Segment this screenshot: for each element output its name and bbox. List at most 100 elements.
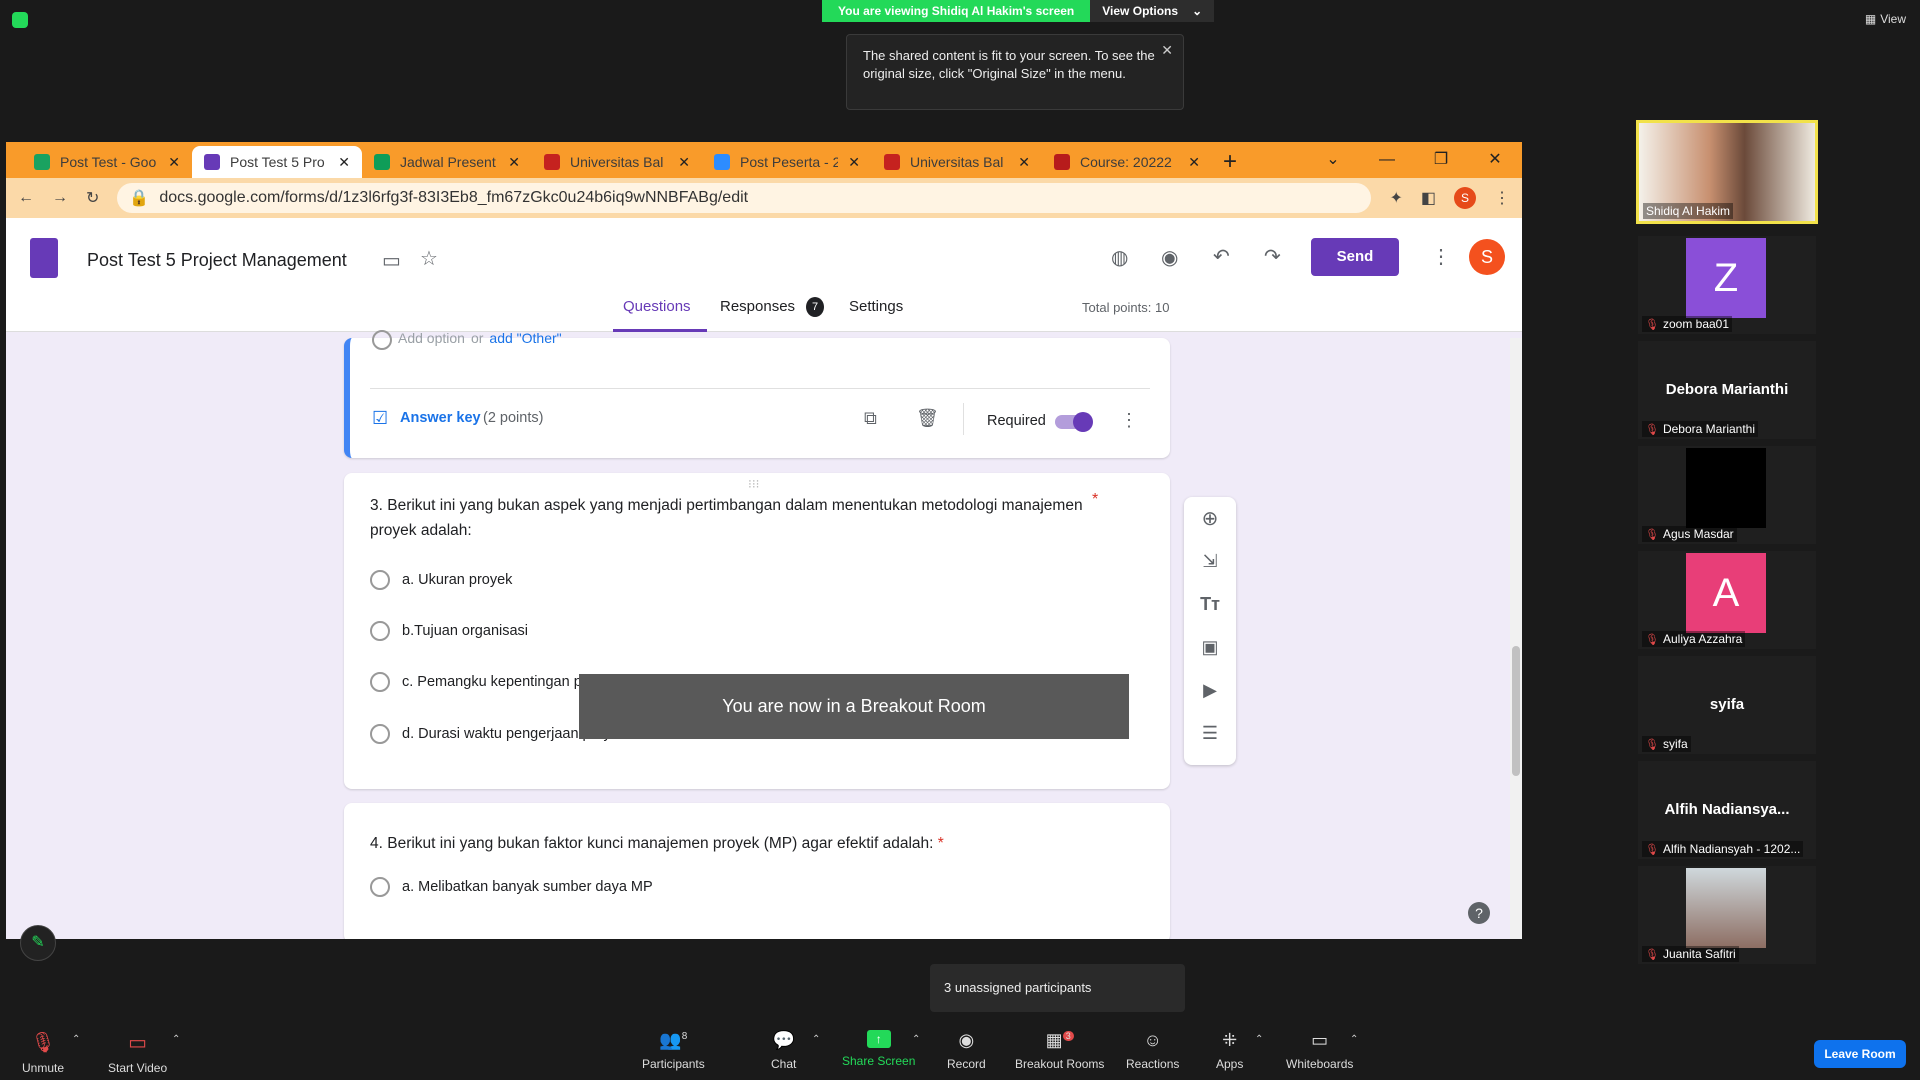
participant-display-name: Debora Marianthi	[1665, 381, 1789, 398]
leave-room-button[interactable]: Leave Room	[1814, 1040, 1906, 1068]
browser-tab[interactable]: Jadwal Present ✕	[362, 146, 532, 178]
tab-responses[interactable]: Responses	[720, 298, 795, 315]
add-title-icon[interactable]: Tт	[1184, 583, 1236, 626]
participant-tile[interactable]: syifa 🎙 syifa	[1638, 656, 1816, 754]
folder-icon[interactable]: ▭	[382, 248, 401, 273]
chevron-up-icon[interactable]: ⌃	[172, 1034, 180, 1045]
sidepanel-icon[interactable]: ◧	[1421, 188, 1436, 208]
participant-tile[interactable]: Shidiq Al Hakim	[1636, 120, 1818, 224]
profile-avatar[interactable]: S	[1454, 187, 1476, 209]
tab-title: Universitas Bal	[910, 154, 1004, 170]
unmute-button[interactable]: 🎙 Unmute	[22, 1030, 64, 1075]
browser-tab[interactable]: Course: 20222 ✕	[1042, 146, 1212, 178]
browser-tab[interactable]: Post Test 5 Pro ✕	[192, 146, 362, 178]
drag-handle-icon[interactable]: ⁝⁝⁝	[748, 477, 759, 491]
scrollbar-thumb[interactable]	[1512, 646, 1520, 776]
duplicate-icon[interactable]: ⧉	[864, 408, 877, 429]
close-tab-icon[interactable]: ✕	[848, 154, 860, 171]
add-question-icon[interactable]: ⊕	[1184, 497, 1236, 540]
record-label: Record	[947, 1057, 986, 1071]
annotate-icon[interactable]: ✎	[20, 925, 56, 961]
scrollbar[interactable]	[1510, 338, 1522, 939]
tab-search-icon[interactable]: ⌄	[1306, 142, 1360, 178]
reactions-button[interactable]: ☺ Reactions	[1126, 1030, 1179, 1071]
close-tab-icon[interactable]: ✕	[1188, 154, 1200, 171]
close-tab-icon[interactable]: ✕	[678, 154, 690, 171]
option-a[interactable]: a. Melibatkan banyak sumber daya MP	[370, 877, 653, 897]
option-b[interactable]: b.Tujuan organisasi	[370, 621, 528, 641]
question-card-3[interactable]: ⁝⁝⁝ 3. Berikut ini yang bukan aspek yang…	[344, 473, 1170, 789]
apps-button[interactable]: ⁜ Apps	[1216, 1030, 1243, 1071]
redo-icon[interactable]: ↷	[1264, 244, 1281, 269]
add-other-link[interactable]: add "Other"	[489, 330, 561, 350]
share-screen-button[interactable]: ↑ Share Screen	[842, 1030, 915, 1068]
account-avatar[interactable]: S	[1469, 239, 1505, 275]
star-icon[interactable]: ☆	[420, 246, 438, 271]
divider	[370, 388, 1150, 389]
minimize-icon[interactable]: —	[1360, 142, 1414, 178]
close-tab-icon[interactable]: ✕	[338, 154, 350, 171]
participant-tile[interactable]: A 🎙 Auliya Azzahra	[1638, 551, 1816, 649]
participant-tile[interactable]: 🎙 Agus Masdar	[1638, 446, 1816, 544]
close-icon[interactable]: ✕	[1161, 41, 1173, 59]
question-card-4[interactable]: 4. Berikut ini yang bukan faktor kunci m…	[344, 803, 1170, 939]
participant-tile[interactable]: Z 🎙 zoom baa01	[1638, 236, 1816, 334]
record-button[interactable]: ◉ Record	[947, 1030, 986, 1071]
undo-icon[interactable]: ↶	[1213, 244, 1230, 269]
option-a[interactable]: a. Ukuran proyek	[370, 570, 512, 590]
question-card-2[interactable]: Add option or add "Other" ☑ Answer key (…	[344, 330, 1170, 458]
start-video-button[interactable]: ▭ Start Video	[108, 1030, 167, 1075]
form-title[interactable]: Post Test 5 Project Management	[87, 250, 347, 271]
new-tab-button[interactable]: +	[1212, 146, 1248, 178]
participant-tile[interactable]: Alfih Nadiansya... 🎙 Alfih Nadiansyah - 12…	[1638, 761, 1816, 859]
chevron-up-icon[interactable]: ⌃	[1255, 1034, 1263, 1045]
forward-icon[interactable]: →	[52, 189, 68, 207]
mic-muted-icon: 🎙	[1645, 318, 1659, 331]
menu-icon[interactable]: ⋮	[1494, 188, 1510, 208]
close-tab-icon[interactable]: ✕	[508, 154, 520, 171]
close-tab-icon[interactable]: ✕	[168, 154, 180, 171]
chevron-up-icon[interactable]: ⌃	[812, 1034, 820, 1045]
address-bar: ← → ↻ 🔒 docs.google.com/forms/d/1z3l6rfg…	[6, 178, 1522, 218]
add-option-link[interactable]: Add option	[398, 330, 465, 350]
tab-title: Post Peserta - 2	[740, 154, 839, 170]
browser-tab[interactable]: Post Peserta - 2 ✕	[702, 146, 872, 178]
import-questions-icon[interactable]: ⇲	[1184, 540, 1236, 583]
participants-button[interactable]: 👥8 Participants	[642, 1030, 705, 1071]
close-tab-icon[interactable]: ✕	[1018, 154, 1030, 171]
delete-icon[interactable]: 🗑	[916, 408, 939, 429]
required-toggle[interactable]	[1055, 412, 1093, 432]
chevron-up-icon[interactable]: ⌃	[912, 1034, 920, 1045]
chat-button[interactable]: 💬 Chat	[771, 1030, 796, 1071]
more-options-icon[interactable]: ⋮	[1120, 410, 1138, 431]
chevron-up-icon[interactable]: ⌃	[72, 1034, 80, 1045]
participant-tile[interactable]: 🎙 Juanita Safitri	[1638, 866, 1816, 964]
answer-key-link[interactable]: Answer key	[400, 410, 481, 426]
tab-settings[interactable]: Settings	[849, 298, 903, 315]
add-section-icon[interactable]: ☰	[1184, 712, 1236, 755]
browser-tab[interactable]: Post Test - Goo ✕	[22, 146, 192, 178]
avatar: A	[1686, 553, 1766, 633]
add-video-icon[interactable]: ▶	[1184, 669, 1236, 712]
send-button[interactable]: Send	[1311, 238, 1399, 276]
restore-icon[interactable]: ❐	[1414, 142, 1468, 178]
tab-questions[interactable]: Questions	[623, 298, 691, 315]
browser-tab[interactable]: Universitas Bal ✕	[532, 146, 702, 178]
view-options-button[interactable]: View Options ⌄	[1090, 0, 1215, 22]
browser-tab[interactable]: Universitas Bal ✕	[872, 146, 1042, 178]
whiteboards-button[interactable]: ▭ Whiteboards	[1286, 1030, 1353, 1071]
breakout-rooms-button[interactable]: ▦ 3 Breakout Rooms	[1015, 1030, 1104, 1071]
participant-tile[interactable]: Debora Marianthi 🎙 Debora Marianthi	[1638, 341, 1816, 439]
add-image-icon[interactable]: ▣	[1184, 626, 1236, 669]
extensions-icon[interactable]: ✦	[1389, 188, 1402, 208]
more-menu-icon[interactable]: ⋮	[1431, 244, 1451, 269]
view-button[interactable]: ▦ View	[1865, 12, 1906, 26]
url-field[interactable]: 🔒 docs.google.com/forms/d/1z3l6rfg3f-83I…	[117, 183, 1372, 213]
help-icon[interactable]: ?	[1468, 902, 1490, 924]
chevron-up-icon[interactable]: ⌃	[1350, 1034, 1358, 1045]
back-icon[interactable]: ←	[18, 189, 34, 207]
close-window-icon[interactable]: ✕	[1468, 142, 1522, 178]
palette-icon[interactable]: ◍	[1111, 245, 1128, 270]
preview-eye-icon[interactable]: ◉	[1161, 245, 1178, 270]
reload-icon[interactable]: ↻	[86, 188, 99, 208]
